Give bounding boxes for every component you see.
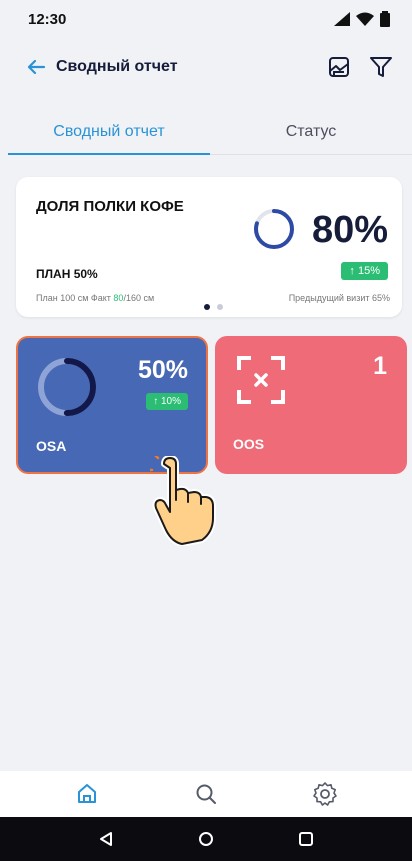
tab-bar: Сводный отчет Статус [8, 110, 412, 155]
osa-percent: 50% [137, 356, 188, 384]
pager-dot[interactable] [217, 304, 223, 310]
system-home-button[interactable] [186, 819, 226, 859]
page-title: Сводный отчет [56, 58, 178, 75]
tap-hand-icon [150, 456, 216, 546]
plan-label: ПЛАН 50% [36, 267, 98, 281]
previous-visit-text: Предыдущий визит 65% [288, 293, 390, 303]
bottom-navigation [0, 771, 412, 817]
nav-settings[interactable] [303, 774, 347, 814]
filter-icon [370, 57, 392, 77]
plan-fact-text: План 100 см Факт 80/160 см [36, 293, 154, 303]
tab-status[interactable]: Статус [210, 110, 412, 154]
oos-label: OOS [233, 436, 265, 452]
nav-search[interactable] [184, 774, 228, 814]
signal-icon [334, 12, 350, 26]
shelf-share-card[interactable]: ДОЛЯ ПОЛКИ КОФЕ 80% ПЛАН 50% ↑ 15% План … [16, 177, 402, 317]
gallery-button[interactable] [326, 54, 352, 80]
card-heading: ДОЛЯ ПОЛКИ КОФЕ [36, 198, 184, 215]
circle-home-icon [199, 832, 213, 846]
osa-delta-badge: ↑ 10% [146, 393, 188, 410]
oos-count: 1 [373, 352, 387, 380]
osa-label: OSA [36, 438, 67, 454]
plan-fact-suffix: /160 см [123, 293, 155, 303]
system-recents-button[interactable] [286, 819, 326, 859]
shelf-share-ring [254, 209, 294, 249]
status-time: 12:30 [28, 10, 67, 28]
fact-value: 80 [113, 293, 124, 303]
nav-home[interactable] [65, 774, 109, 814]
scan-cross-icon [237, 356, 285, 404]
square-recents-icon [299, 832, 313, 846]
osa-progress-ring [38, 358, 96, 416]
home-icon [78, 784, 97, 803]
system-back-button[interactable] [86, 819, 126, 859]
shelf-share-percent: 80% [311, 209, 388, 251]
wifi-icon [356, 12, 374, 26]
pager-dot[interactable] [204, 304, 210, 310]
status-bar: 12:30 [0, 0, 412, 38]
back-button[interactable] [26, 56, 48, 78]
triangle-back-icon [100, 832, 112, 846]
gallery-icon [329, 57, 349, 77]
battery-icon [380, 11, 390, 27]
system-navigation-bar [0, 817, 412, 861]
phone-screen: 12:30 Сводный отчет Сводный отчет Статус… [0, 0, 412, 861]
osa-tile[interactable]: 50% ↑ 10% OSA [16, 336, 208, 474]
delta-badge: ↑ 15% [341, 262, 388, 280]
search-icon [196, 784, 216, 804]
filter-button[interactable] [368, 54, 394, 80]
card-pager [204, 304, 223, 310]
app-bar: Сводный отчет [0, 38, 412, 96]
oos-tile[interactable]: 1 OOS [215, 336, 407, 474]
status-icons [334, 11, 390, 27]
tab-summary-report[interactable]: Сводный отчет [8, 110, 210, 155]
arrow-left-icon [27, 59, 46, 75]
plan-fact-prefix: План 100 см Факт [36, 293, 114, 303]
gear-icon [312, 782, 337, 806]
